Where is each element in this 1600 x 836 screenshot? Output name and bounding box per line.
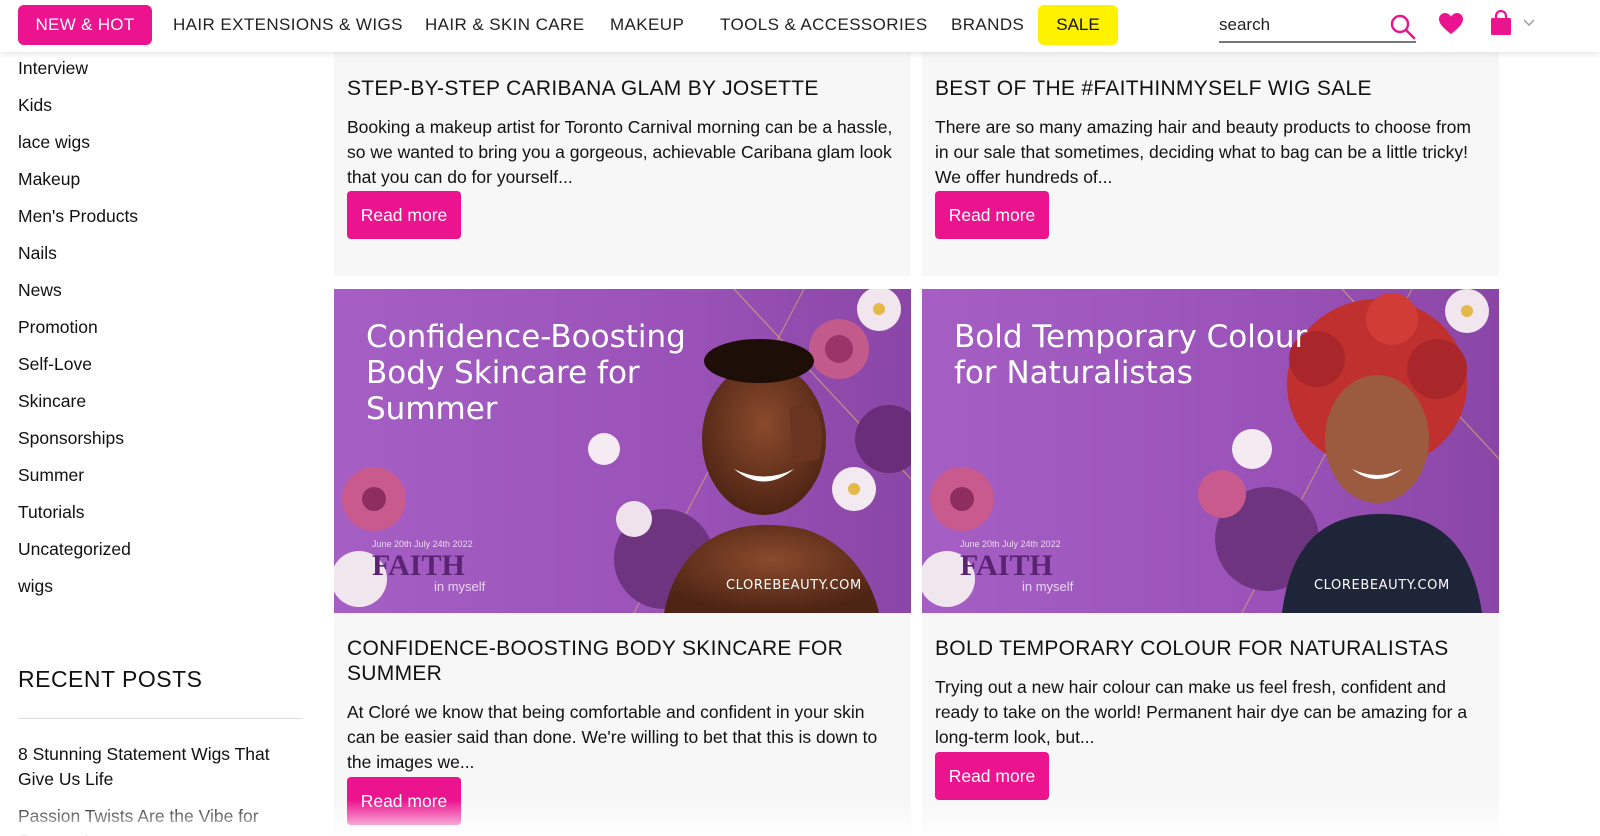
read-more-button[interactable]: Read more (935, 752, 1049, 800)
recent-post-link[interactable]: 8 Stunning Statement Wigs That Give Us L… (18, 742, 303, 792)
chevron-down-icon[interactable] (1523, 14, 1537, 26)
post-card: Confidence-Boosting Body Skincare for Su… (334, 289, 911, 836)
wishlist-heart-icon[interactable] (1438, 12, 1466, 38)
post-title[interactable]: CONFIDENCE-BOOSTING BODY SKINCARE FOR SU… (347, 636, 892, 686)
post-card: BEST OF THE #FAITHINMYSELF WIG SALE Ther… (922, 52, 1499, 276)
read-more-button[interactable]: Read more (347, 191, 461, 239)
blog-sidebar: Interview Kids lace wigs Makeup Men's Pr… (18, 52, 305, 836)
post-excerpt: Booking a makeup artist for Toronto Carn… (347, 117, 893, 187)
nav-makeup[interactable]: MAKEUP (610, 15, 684, 35)
search-icon[interactable] (1389, 13, 1419, 43)
shopping-bag-icon[interactable] (1490, 9, 1514, 38)
banner-headline-line: Body Skincare for (366, 355, 640, 391)
banner-site: CLOREBEAUTY.COM (1314, 578, 1450, 593)
nav-tools-accessories[interactable]: TOOLS & ACCESSORIES (720, 15, 928, 35)
post-title[interactable]: BOLD TEMPORARY COLOUR FOR NATURALISTAS (935, 636, 1480, 661)
category-link-makeup[interactable]: Makeup (18, 169, 80, 190)
category-link-tutorials[interactable]: Tutorials (18, 502, 84, 523)
post-banner-image[interactable]: Bold Temporary Colour for Naturalistas J… (922, 289, 1499, 613)
banner-campaign: FAITH (960, 549, 1053, 582)
post-title[interactable]: BEST OF THE #FAITHINMYSELF WIG SALE (935, 76, 1480, 101)
post-title[interactable]: STEP-BY-STEP CARIBANA GLAM BY JOSETTE (347, 76, 892, 101)
post-card: STEP-BY-STEP CARIBANA GLAM BY JOSETTE Bo… (334, 52, 911, 276)
category-link-summer[interactable]: Summer (18, 465, 84, 486)
banner-campaign-sub: in myself (1022, 579, 1074, 594)
category-link-skincare[interactable]: Skincare (18, 391, 86, 412)
read-more-button[interactable]: Read more (935, 191, 1049, 239)
banner-dates: June 20th July 24th 2022 (372, 539, 473, 549)
banner-headline-line: Bold Temporary Colour (954, 319, 1307, 355)
category-link-interview[interactable]: Interview (18, 58, 88, 79)
nav-hair-extensions-wigs[interactable]: HAIR EXTENSIONS & WIGS (173, 15, 403, 35)
nav-brands[interactable]: BRANDS (951, 15, 1024, 35)
category-link-uncategorized[interactable]: Uncategorized (18, 539, 131, 560)
banner-headline-line: for Naturalistas (954, 355, 1193, 391)
post-banner-image[interactable]: Confidence-Boosting Body Skincare for Su… (334, 289, 911, 613)
category-link-nails[interactable]: Nails (18, 243, 57, 264)
recent-posts-heading: RECENT POSTS (18, 666, 203, 692)
divider (18, 718, 303, 719)
category-link-kids[interactable]: Kids (18, 95, 52, 116)
category-link-mens-products[interactable]: Men's Products (18, 206, 138, 227)
banner-campaign: FAITH (372, 549, 465, 582)
category-link-self-love[interactable]: Self-Love (18, 354, 92, 375)
banner-site: CLOREBEAUTY.COM (726, 578, 862, 593)
search-bar (1219, 8, 1416, 43)
top-navigation: NEW & HOT HAIR EXTENSIONS & WIGS HAIR & … (0, 0, 1600, 52)
search-input[interactable] (1219, 12, 1379, 38)
nav-new-hot[interactable]: NEW & HOT (18, 5, 152, 45)
banner-campaign-sub: in myself (434, 579, 486, 594)
banner-dates: June 20th July 24th 2022 (960, 539, 1061, 549)
nav-sale[interactable]: SALE (1038, 5, 1118, 45)
post-excerpt: At Cloré we know that being comfortable … (347, 702, 878, 772)
post-card: Bold Temporary Colour for Naturalistas J… (922, 289, 1499, 836)
category-link-sponsorships[interactable]: Sponsorships (18, 428, 124, 449)
category-link-lace-wigs[interactable]: lace wigs (18, 132, 90, 153)
recent-post-link[interactable]: Passion Twists Are the Vibe for Summer! (18, 804, 303, 836)
post-excerpt: Trying out a new hair colour can make us… (935, 677, 1468, 747)
read-more-button[interactable]: Read more (347, 777, 461, 825)
nav-hair-skin-care[interactable]: HAIR & SKIN CARE (425, 15, 584, 35)
category-link-wigs[interactable]: wigs (18, 576, 53, 597)
category-link-promotion[interactable]: Promotion (18, 317, 98, 338)
banner-headline-line: Summer (366, 391, 498, 427)
banner-headline-line: Confidence-Boosting (366, 319, 686, 355)
category-link-news[interactable]: News (18, 280, 62, 301)
post-excerpt: There are so many amazing hair and beaut… (935, 117, 1471, 187)
